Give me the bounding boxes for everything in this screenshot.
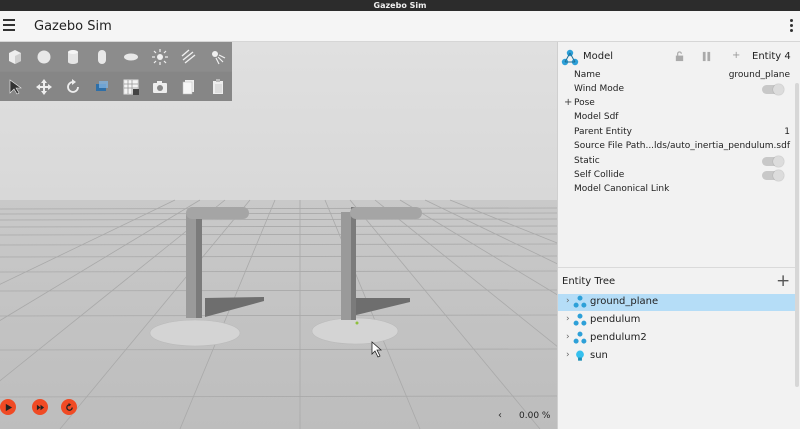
chevron-right-icon[interactable]: › [566, 314, 570, 324]
pose-expand-icon[interactable]: + [564, 97, 572, 108]
model-icon [573, 313, 587, 326]
tree-item-label: pendulum [590, 314, 641, 325]
select-cursor-icon[interactable] [0, 72, 29, 101]
tree-item-label: pendulum2 [590, 332, 647, 343]
tools-toolbar-row [0, 72, 232, 101]
grid-icon[interactable] [116, 72, 145, 101]
translate-icon[interactable] [29, 72, 58, 101]
tree-item-label: ground_plane [590, 296, 659, 307]
prop-parent-entity-label: Parent Entity [574, 127, 632, 137]
tree-item-ground-plane[interactable]: › ground_plane [558, 294, 799, 311]
entity-id: Entity 4 [752, 51, 791, 62]
play-button[interactable] [0, 399, 16, 415]
prop-canonical-link-label: Model Canonical Link [574, 184, 670, 194]
tree-item-sun[interactable]: › sun [558, 348, 799, 365]
prop-wind-mode: Wind Mode [558, 83, 798, 97]
prop-model-sdf: Model Sdf [558, 111, 798, 125]
prop-source-file-label: Source File Path [574, 141, 646, 151]
capsule-icon[interactable] [87, 42, 116, 71]
model-icon [561, 49, 579, 66]
add-entity-icon[interactable]: + [776, 271, 790, 291]
prop-static-label: Static [574, 156, 600, 166]
box-icon[interactable] [0, 42, 29, 71]
chevron-right-icon[interactable]: › [566, 350, 570, 360]
camera-icon[interactable] [145, 72, 174, 101]
model-icon [573, 331, 587, 344]
window-title: Gazebo Sim [373, 1, 427, 10]
play-icon [5, 403, 12, 411]
chevron-right-icon[interactable]: › [566, 296, 570, 306]
add-component-icon[interactable]: + [732, 50, 740, 61]
reset-icon [65, 402, 73, 411]
prop-pose-label[interactable]: Pose [574, 98, 595, 108]
prop-model-sdf-label: Model Sdf [574, 112, 619, 122]
sphere-icon[interactable] [29, 42, 58, 71]
prop-name: Name ground_plane [558, 69, 798, 83]
more-options-icon[interactable] [790, 19, 794, 33]
component-inspector-title: Model [583, 51, 614, 62]
prop-pose: + Pose [558, 97, 798, 111]
prop-static: Static [558, 155, 798, 169]
wind-mode-toggle[interactable] [762, 84, 784, 95]
app-bar: Gazebo Sim [0, 11, 800, 42]
prop-self-collide: Self Collide [558, 169, 798, 183]
tree-item-pendulum2[interactable]: › pendulum2 [558, 330, 799, 347]
prop-parent-entity-value: 1 [784, 127, 790, 137]
fast-forward-icon [36, 404, 44, 410]
copy-icon[interactable] [174, 72, 203, 101]
step-forward-button[interactable] [32, 399, 48, 415]
real-time-factor: 0.00 % [519, 411, 551, 421]
scene-toolbar [0, 42, 232, 101]
sun-light-icon[interactable] [145, 42, 174, 71]
cylinder-icon[interactable] [58, 42, 87, 71]
reset-button[interactable] [61, 399, 77, 415]
chevron-right-icon[interactable]: › [566, 332, 570, 342]
entity-tree-header: Entity Tree + [558, 267, 798, 293]
prop-parent-entity: Parent Entity 1 [558, 126, 798, 140]
tree-item-pendulum[interactable]: › pendulum [558, 312, 799, 329]
menu-icon[interactable] [3, 19, 15, 31]
ellipsoid-icon[interactable] [116, 42, 145, 71]
tree-item-label: sun [590, 350, 608, 361]
self-collide-toggle[interactable] [762, 170, 784, 181]
shapes-toolbar-row [0, 42, 232, 71]
prop-source-file-value: ...lds/auto_inertia_pendulum.sdf [645, 141, 790, 151]
right-panel: Model + Entity 4 Name ground_plane Wind … [557, 42, 800, 429]
transform-control-icon[interactable] [87, 72, 116, 101]
component-inspector-header: Model + Entity 4 [558, 46, 798, 68]
paste-icon[interactable] [203, 72, 232, 101]
prop-name-value[interactable]: ground_plane [729, 70, 790, 80]
pause-icon[interactable] [701, 51, 712, 62]
prop-canonical-link: Model Canonical Link [558, 183, 798, 197]
entity-tree-title: Entity Tree [562, 276, 616, 287]
directional-light-icon[interactable] [174, 42, 203, 71]
prop-name-label: Name [574, 70, 601, 80]
rtf-expand-arrow[interactable]: ‹ [498, 410, 502, 421]
prop-wind-mode-label: Wind Mode [574, 84, 625, 94]
model-icon [573, 295, 587, 308]
prop-self-collide-label: Self Collide [574, 170, 625, 180]
spot-light-icon[interactable] [203, 42, 232, 71]
lock-icon[interactable] [674, 51, 685, 62]
panel-scrollbar[interactable] [795, 83, 799, 387]
prop-source-file: Source File Path ...lds/auto_inertia_pen… [558, 140, 798, 154]
static-toggle[interactable] [762, 156, 784, 167]
window-title-bar: Gazebo Sim [0, 0, 800, 11]
light-bulb-icon [576, 350, 584, 361]
app-title: Gazebo Sim [34, 19, 112, 34]
rotate-icon[interactable] [58, 72, 87, 101]
